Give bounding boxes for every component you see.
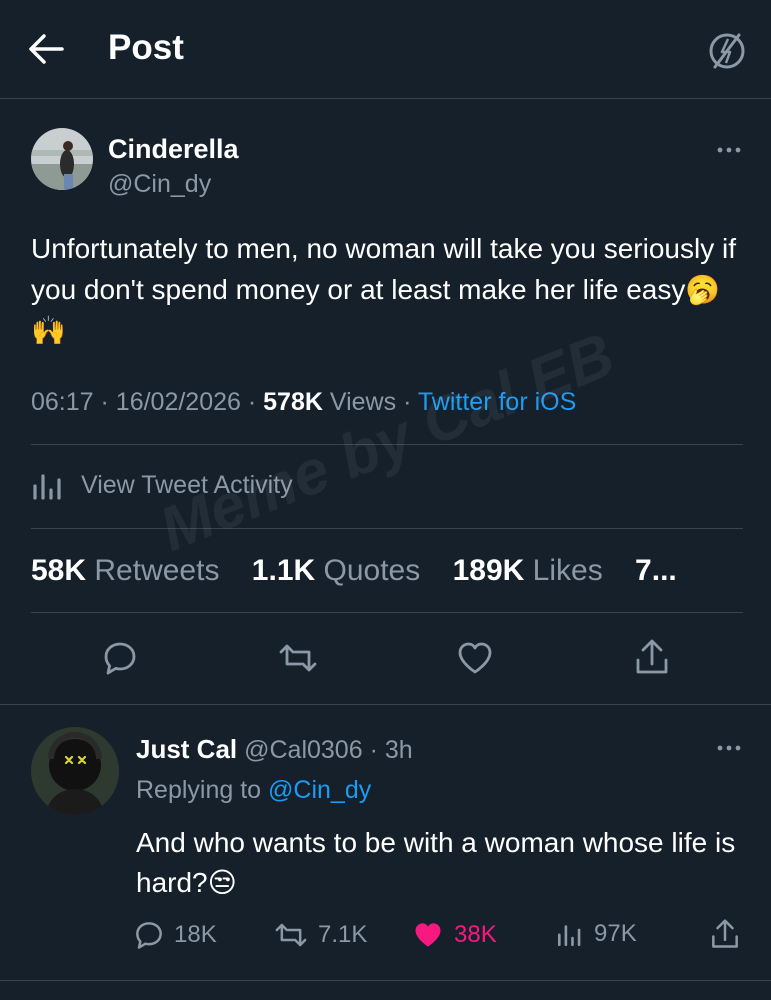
header-divider [0, 98, 771, 99]
tweet-text: Unfortunately to men, no woman will take… [31, 233, 736, 346]
bookmarks-count[interactable]: 7... [635, 554, 677, 587]
reply-header: Just Cal @Cal0306 · 3h [136, 734, 413, 764]
tweet-time: 06:17 [31, 388, 94, 416]
author-handle[interactable]: @Cin_dy [108, 170, 211, 199]
tweet-date: 16/02/2026 [115, 388, 241, 416]
likes-count[interactable]: 189K [453, 554, 525, 587]
retweet-button[interactable] [278, 640, 318, 676]
engagement-stats: 58K Retweets 1.1K Quotes 189K Likes 7... [31, 554, 677, 588]
reply-retweets-count: 7.1K [318, 921, 368, 948]
reply-views-button[interactable]: 97K [556, 920, 637, 948]
views-count: 578K [263, 388, 323, 416]
heart-filled-icon [415, 923, 441, 947]
reply-retweet-button[interactable]: 7.1K [274, 920, 367, 950]
reply-author-name[interactable]: Just Cal [136, 734, 237, 764]
analytics-icon [33, 474, 61, 500]
replying-to: Replying to @Cin_dy [136, 776, 371, 805]
likes-label[interactable]: Likes [533, 554, 603, 587]
reply-likes-count: 38K [454, 921, 497, 948]
reply-like-button[interactable]: 38K [412, 920, 497, 950]
reply-more-options-button[interactable] [716, 744, 742, 752]
replying-to-handle[interactable]: @Cin_dy [268, 776, 371, 804]
heart-icon [458, 642, 492, 674]
retweet-icon [275, 923, 307, 947]
stats-divider [31, 612, 743, 613]
more-icon [717, 745, 741, 751]
more-options-button[interactable] [716, 146, 742, 154]
reply-views-count: 97K [594, 920, 637, 947]
retweets-count[interactable]: 58K [31, 554, 86, 587]
analytics-icon [557, 925, 581, 947]
reply-divider [0, 980, 771, 981]
share-icon [712, 919, 738, 948]
share-button[interactable] [634, 638, 670, 676]
avatar-image [31, 727, 119, 815]
avatar-photo [31, 128, 93, 190]
replying-to-label: Replying to [136, 776, 262, 804]
reply-button[interactable] [102, 640, 138, 676]
author-avatar[interactable] [31, 128, 93, 190]
reply-author-avatar[interactable] [31, 727, 119, 815]
retweets-label[interactable]: Retweets [94, 554, 219, 587]
data-saver-button[interactable] [706, 30, 748, 72]
activity-divider [31, 528, 743, 529]
retweet-icon [279, 644, 317, 672]
like-button[interactable] [456, 640, 494, 676]
reply-icon [104, 642, 136, 675]
more-icon [717, 147, 741, 153]
reply-replies-count: 18K [174, 921, 217, 948]
quotes-count[interactable]: 1.1K [252, 554, 315, 587]
reply-icon [136, 922, 162, 949]
actions-divider [0, 704, 771, 705]
reply-share-button[interactable] [710, 918, 740, 950]
reply-reply-button[interactable]: 18K [134, 920, 217, 950]
back-button[interactable] [28, 32, 64, 66]
page-title: Post [108, 28, 184, 67]
reply-time: 3h [384, 736, 413, 764]
share-icon [636, 639, 668, 674]
quotes-label[interactable]: Quotes [324, 554, 421, 587]
arrow-left-icon [29, 34, 64, 64]
author-name[interactable]: Cinderella [108, 134, 239, 165]
data-saver-icon [709, 33, 745, 69]
reply-text: And who wants to be with a woman whose l… [136, 827, 736, 898]
reply-author-handle[interactable]: @Cal0306 [244, 736, 363, 764]
